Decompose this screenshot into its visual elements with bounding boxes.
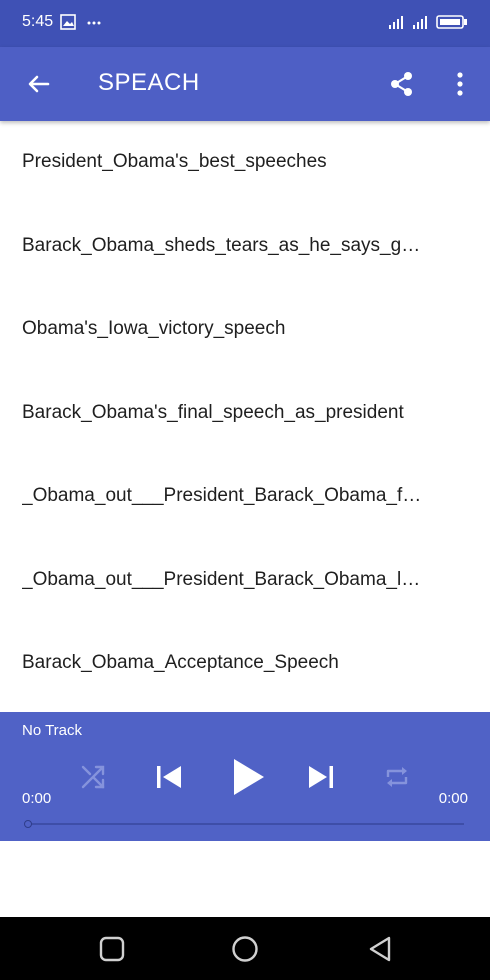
play-icon[interactable]: [230, 757, 266, 797]
list-item-label: Barack_Obama_sheds_tears_as_he_says_good…: [22, 234, 430, 256]
recents-square-icon[interactable]: [98, 935, 126, 963]
list-item[interactable]: _Obama_out___President_Barack_Obama_fare…: [0, 455, 490, 539]
current-time: 0:00: [22, 790, 52, 807]
back-triangle-icon[interactable]: [366, 935, 394, 963]
signal-icon: [389, 16, 403, 29]
list-item[interactable]: Obama's_Iowa_victory_speech: [0, 288, 490, 372]
seek-bar[interactable]: [24, 820, 464, 828]
list-item-label: Barack_Obama_Acceptance_Speech: [22, 652, 339, 673]
page-title: SPEACH: [98, 69, 200, 96]
list-item-label: Barack_Obama's_final_speech_as_president: [22, 401, 404, 423]
system-nav-bar: [0, 917, 490, 980]
image-icon: [60, 14, 76, 30]
list-item-label: _Obama_out___President_Barack_Obama_fare…: [22, 485, 430, 506]
signal-icon: [413, 16, 427, 29]
total-time: 0:00: [438, 790, 468, 807]
list-item[interactable]: _Obama_out___President_Barack_Obama_last…: [0, 539, 490, 623]
list-item-label: _Obama_out___President_Barack_Obama_last…: [22, 568, 430, 590]
player-panel: No Track 0:00 0:00: [0, 712, 490, 841]
seek-track: [28, 823, 464, 825]
skip-next-icon[interactable]: [306, 762, 336, 792]
list-item-label: Obama's_Iowa_victory_speech: [22, 318, 286, 339]
back-arrow-icon[interactable]: [24, 71, 52, 99]
seek-thumb[interactable]: [24, 820, 32, 828]
skip-previous-icon[interactable]: [154, 762, 184, 792]
repeat-icon[interactable]: [384, 764, 410, 790]
more-vert-icon[interactable]: [447, 70, 473, 98]
status-bar: 5:45: [0, 0, 490, 47]
list-item[interactable]: Barack_Obama's_final_speech_as_president: [0, 372, 490, 456]
more-dots-icon: [87, 21, 101, 25]
list-item-label: President_Obama's_best_speeches: [22, 151, 327, 172]
shuffle-icon[interactable]: [80, 764, 106, 790]
list-item[interactable]: Barack_Obama_Acceptance_Speech: [0, 622, 490, 706]
status-time: 5:45: [22, 13, 54, 30]
list-item[interactable]: President_Obama's_best_speeches: [0, 121, 490, 205]
track-title: No Track: [22, 722, 83, 739]
share-icon[interactable]: [388, 70, 416, 98]
home-circle-icon[interactable]: [231, 935, 259, 963]
battery-icon: [436, 15, 467, 29]
app-bar: SPEACH: [0, 47, 490, 121]
speech-list: President_Obama's_best_speeches Barack_O…: [0, 121, 490, 706]
list-item[interactable]: Barack_Obama_sheds_tears_as_he_says_good…: [0, 205, 490, 289]
